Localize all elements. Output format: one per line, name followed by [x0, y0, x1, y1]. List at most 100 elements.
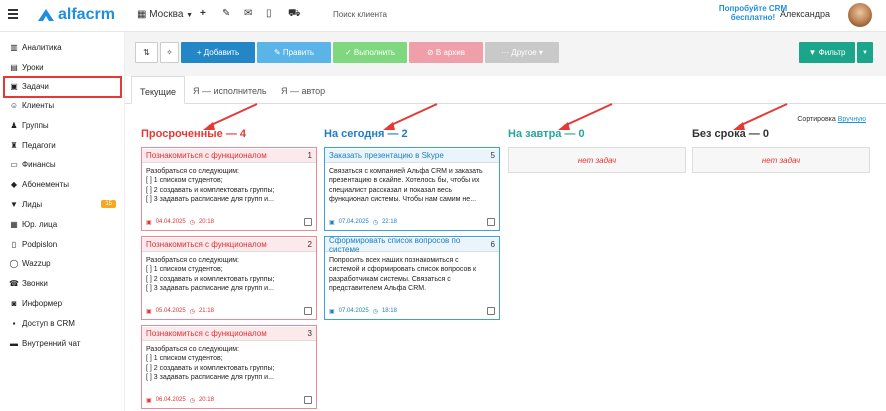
doc-icon: ▯ [11, 239, 17, 249]
teacher-icon: ♜ [10, 140, 18, 150]
sidebar-item-label: Информер [22, 298, 63, 308]
task-card-header[interactable]: Познакомиться с функционалом 2 [142, 238, 316, 252]
sidebar-item-label: Звонки [22, 279, 48, 289]
complete-button[interactable]: ✓ Выполнить [333, 42, 407, 63]
arrow-annotation-2 [383, 103, 438, 130]
task-description: Разобраться со следующим: [ ] 1 списком с… [142, 252, 316, 307]
archive-button[interactable]: ⊘ В архив [409, 42, 483, 63]
task-card-header[interactable]: Познакомиться с функционалом 1 [142, 149, 316, 163]
cart-icon[interactable]: ⛟ [288, 8, 301, 21]
sidebar: ▥ Аналитика ▤ Уроки ▣ Задачи ☺ Клиенты ♟ Группы ♜ П… [0, 32, 125, 411]
task-card-header[interactable]: Заказать презентацию в Skype 5 [325, 149, 499, 163]
task-card[interactable]: Сформировать список вопросов по системе 6… [324, 236, 500, 320]
sort-value-link[interactable]: Вручную [838, 116, 866, 123]
tab-executor[interactable]: Я — исполнитель [193, 86, 267, 96]
task-title[interactable]: Сформировать список вопросов по системе [329, 236, 491, 254]
task-checkbox[interactable] [487, 218, 495, 226]
task-footer: ▣ 04.04.2025 ◷ 20:18 [146, 219, 214, 226]
sidebar-item-2[interactable]: ▣ Задачи [3, 75, 122, 98]
task-description-line: [ ] 2 создавать и комплектовать группы; [146, 275, 275, 283]
chevron-down-icon: ▼ [186, 12, 194, 19]
task-description-line: функционал системы. Чтобы нам самим не..… [329, 195, 477, 203]
task-card-header[interactable]: Сформировать список вопросов по системе 6 [325, 236, 499, 254]
city-label: Москва [149, 9, 184, 20]
clock-icon: ◷ [189, 220, 195, 226]
avatar[interactable] [848, 3, 872, 27]
toolbar: ⇅ ✧ + Добавить ✎ Править ✓ Выполнить ⊘ В… [135, 42, 559, 64]
task-checkbox[interactable] [304, 218, 312, 226]
task-card[interactable]: Познакомиться с функционалом 3 Разобраться… [141, 325, 317, 409]
sidebar-item-12[interactable]: ☎ Звонки [0, 274, 124, 294]
task-date: 07.04.2025 [338, 308, 369, 314]
add-button[interactable]: + Добавить [181, 42, 255, 63]
sidebar-item-11[interactable]: ◯ Wazzup [0, 254, 124, 274]
sidebar-item-1[interactable]: ▤ Уроки [0, 58, 124, 78]
settings-button[interactable]: ✧ [160, 42, 179, 63]
sidebar-item-label: Уроки [22, 63, 44, 73]
sidebar-item-3[interactable]: ☺ Клиенты [0, 96, 124, 116]
task-card[interactable]: Заказать презентацию в Skype 5 Связаться с… [324, 147, 500, 231]
plus-icon[interactable]: + [200, 8, 206, 19]
sidebar-item-label: Педагоги [22, 140, 56, 150]
task-card-header[interactable]: Познакомиться с функционалом 3 [142, 327, 316, 341]
filter-button[interactable]: ▼ Фильтр [799, 42, 855, 63]
money-icon: ▭ [10, 160, 18, 170]
search-input[interactable]: Поиск клиента [333, 10, 387, 19]
logo[interactable]: alfacrm [37, 6, 115, 24]
edit-button[interactable]: ✎ Править [257, 42, 331, 63]
task-number: 6 [490, 240, 495, 249]
sidebar-item-label: Лиды [22, 199, 43, 209]
task-description-line: [ ] 3 задавать расписание для групп и... [146, 284, 274, 292]
building-icon: ▦ [10, 219, 18, 229]
user-name[interactable]: Александра [780, 9, 830, 19]
task-description-line: Разобраться со следующим: [146, 346, 240, 353]
sort-control: Сортировка Вручную [797, 116, 866, 123]
tab-current[interactable]: Текущие [131, 76, 185, 104]
tab-author[interactable]: Я — автор [281, 86, 325, 96]
sidebar-item-13[interactable]: ◙ Информер [0, 294, 124, 314]
wrench-icon[interactable]: ✎ [222, 8, 230, 19]
task-card[interactable]: Познакомиться с функционалом 2 Разобраться… [141, 236, 317, 320]
calendar-icon: ▣ [146, 309, 152, 315]
filter-dropdown-button[interactable]: ▼ [857, 42, 873, 63]
task-description-line: [ ] 2 создавать и комплектовать группы; [146, 364, 275, 372]
task-footer: ▣ 05.04.2025 ◷ 21:18 [146, 308, 214, 315]
task-title[interactable]: Познакомиться с функционалом [146, 329, 267, 338]
sidebar-item-8[interactable]: ▼ Лиды 15 [0, 195, 124, 215]
task-card[interactable]: Познакомиться с функционалом 1 Разобраться… [141, 147, 317, 231]
task-checkbox[interactable] [304, 307, 312, 315]
task-description: Связаться с компанией Альфа CRM и заказа… [325, 163, 499, 218]
task-checkbox[interactable] [304, 396, 312, 404]
city-select[interactable]: ▦ Москва ▼ [137, 9, 193, 20]
task-board: Сортировка Вручную Просроченные — 4 На с… [125, 103, 886, 411]
menu-icon[interactable] [8, 9, 18, 19]
task-description-line: Разобраться со следующим: [146, 257, 240, 264]
task-description-line: презентацию в скайпе. Хотелось бы, чтобы… [329, 177, 480, 185]
leads-count-badge: 15 [101, 200, 116, 209]
other-dropdown[interactable]: ··· Другое ▾ [485, 42, 559, 63]
task-checkbox[interactable] [487, 307, 495, 315]
sidebar-item-label: Юр. лица [22, 219, 58, 229]
chat-icon: ◙ [11, 298, 17, 308]
sidebar-item-label: Wazzup [22, 259, 51, 269]
task-date: 05.04.2025 [155, 308, 186, 314]
sidebar-item-9[interactable]: ▦ Юр. лица [0, 214, 124, 234]
task-date: 06.04.2025 [155, 397, 186, 403]
sidebar-item-6[interactable]: ▭ Финансы [0, 155, 124, 175]
task-title[interactable]: Заказать презентацию в Skype [329, 151, 444, 160]
sidebar-item-7[interactable]: ◆ Абонементы [0, 175, 124, 195]
task-description-line: [ ] 2 создавать и комплектовать группы; [146, 186, 275, 194]
sidebar-item-5[interactable]: ♜ Педагоги [0, 135, 124, 155]
task-title[interactable]: Познакомиться с функционалом [146, 151, 267, 160]
task-description-line: [ ] 1 списком студентов; [146, 266, 223, 274]
sort-toggle-button[interactable]: ⇅ [135, 42, 158, 63]
phone-icon[interactable]: ▯ [266, 8, 272, 19]
sidebar-item-0[interactable]: ▥ Аналитика [0, 38, 124, 58]
mail-icon[interactable]: ✉ [244, 8, 252, 19]
arrow-annotation-3 [558, 103, 613, 130]
task-title[interactable]: Познакомиться с функционалом [146, 240, 267, 249]
sidebar-item-15[interactable]: ▬ Внутренний чат [0, 333, 124, 353]
sidebar-item-4[interactable]: ♟ Группы [0, 115, 124, 135]
sidebar-item-10[interactable]: ▯ Podpislon [0, 234, 124, 254]
sidebar-item-14[interactable]: ▪ Доступ в CRM [0, 313, 124, 333]
